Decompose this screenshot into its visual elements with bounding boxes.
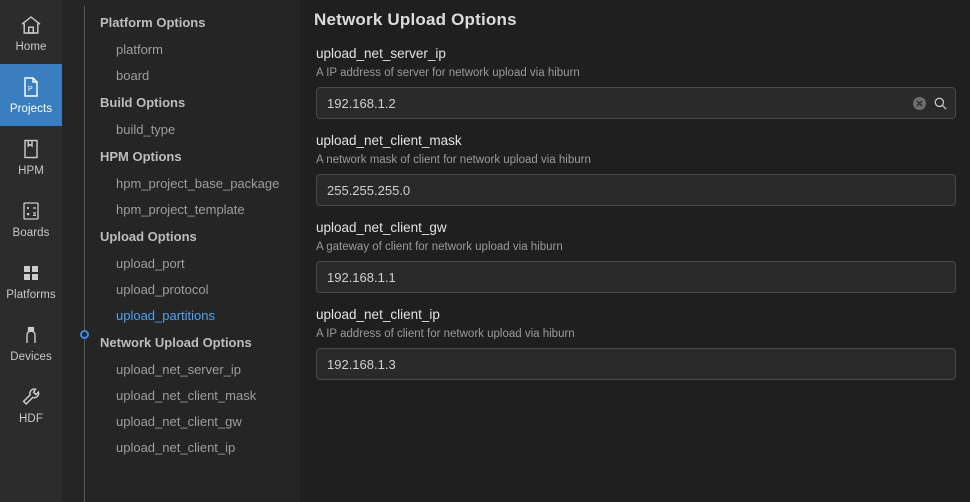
tree-item-hpm-project-base-package[interactable]: hpm_project_base_package bbox=[100, 171, 300, 197]
tree-item-platform[interactable]: platform bbox=[100, 37, 300, 63]
settings-tree-list: Platform Options platform board Build Op… bbox=[84, 9, 300, 461]
activity-item-label: Devices bbox=[10, 351, 52, 364]
tree-group-title: Platform Options bbox=[100, 15, 206, 30]
setting-input-wrapper bbox=[316, 261, 956, 293]
activity-item-platforms[interactable]: Platforms bbox=[0, 250, 62, 312]
tree-item-upload-net-server-ip[interactable]: upload_net_server_ip bbox=[100, 357, 300, 383]
tree-group-title: HPM Options bbox=[100, 149, 182, 164]
tree-item-upload-partitions[interactable]: upload_partitions bbox=[100, 303, 300, 329]
setting-label: upload_net_client_mask bbox=[316, 133, 462, 148]
tree-item-upload-port[interactable]: upload_port bbox=[100, 251, 300, 277]
activity-item-label: HPM bbox=[18, 165, 44, 178]
tree-item-board[interactable]: board bbox=[100, 63, 300, 89]
search-icon[interactable] bbox=[933, 96, 948, 111]
activity-item-label: HDF bbox=[19, 413, 43, 426]
tree-group-title: Build Options bbox=[100, 95, 186, 110]
setting-description: A gateway of client for network upload v… bbox=[316, 241, 563, 253]
grid-icon bbox=[18, 260, 44, 286]
activity-item-label: Home bbox=[15, 41, 47, 54]
tree-item-upload-protocol[interactable]: upload_protocol bbox=[100, 277, 300, 303]
activity-item-home[interactable]: Home bbox=[0, 2, 62, 64]
tree-item-upload-net-client-gw[interactable]: upload_net_client_gw bbox=[100, 409, 300, 435]
setting-label: upload_net_client_gw bbox=[316, 220, 447, 235]
upload-net-client-mask-input[interactable] bbox=[316, 174, 956, 206]
home-icon bbox=[18, 12, 44, 38]
setting-field-upload-net-client-mask: upload_net_client_mask A network mask of… bbox=[316, 133, 956, 206]
page-title: Network Upload Options bbox=[314, 10, 517, 29]
project-file-icon: P bbox=[18, 74, 44, 100]
setting-field-upload-net-server-ip: upload_net_server_ip A IP address of ser… bbox=[316, 46, 956, 119]
app-window: Home P Projects HPM Boards Platforms Dev… bbox=[0, 0, 970, 502]
setting-field-upload-net-client-ip: upload_net_client_ip A IP address of cli… bbox=[316, 307, 956, 380]
activity-item-devices[interactable]: Devices bbox=[0, 312, 62, 374]
tree-selection-marker bbox=[80, 330, 89, 339]
settings-content-pane: Network Upload Options upload_net_server… bbox=[300, 0, 970, 502]
settings-tree-panel: Platform Options platform board Build Op… bbox=[62, 0, 300, 502]
tree-item-upload-net-client-mask[interactable]: upload_net_client_mask bbox=[100, 383, 300, 409]
setting-input-wrapper bbox=[316, 348, 956, 380]
setting-label: upload_net_client_ip bbox=[316, 307, 440, 322]
usb-device-icon bbox=[18, 322, 44, 348]
activity-item-label: Platforms bbox=[6, 289, 56, 302]
tree-group-title: Network Upload Options bbox=[100, 335, 252, 350]
activity-bar: Home P Projects HPM Boards Platforms Dev… bbox=[0, 0, 62, 502]
activity-item-label: Boards bbox=[12, 227, 50, 240]
clear-icon[interactable] bbox=[913, 96, 926, 110]
activity-item-hdf[interactable]: HDF bbox=[0, 374, 62, 436]
tree-item-upload-net-client-ip[interactable]: upload_net_client_ip bbox=[100, 435, 300, 461]
tree-item-build-type[interactable]: build_type bbox=[100, 117, 300, 143]
tree-rail-divider bbox=[84, 6, 85, 502]
upload-net-server-ip-input[interactable] bbox=[316, 87, 956, 119]
activity-item-label: Projects bbox=[9, 103, 53, 116]
tree-group-title: Upload Options bbox=[100, 229, 197, 244]
upload-net-client-ip-input[interactable] bbox=[316, 348, 956, 380]
activity-item-boards[interactable]: Boards bbox=[0, 188, 62, 250]
activity-item-hpm[interactable]: HPM bbox=[0, 126, 62, 188]
setting-input-wrapper bbox=[316, 87, 956, 119]
activity-item-projects[interactable]: P Projects bbox=[0, 64, 62, 126]
calculator-icon bbox=[18, 198, 44, 224]
setting-description: A IP address of server for network uploa… bbox=[316, 67, 580, 79]
tree-item-hpm-project-template[interactable]: hpm_project_template bbox=[100, 197, 300, 223]
svg-text:P: P bbox=[28, 86, 33, 93]
book-icon bbox=[18, 136, 44, 162]
setting-field-upload-net-client-gw: upload_net_client_gw A gateway of client… bbox=[316, 220, 956, 293]
setting-description: A IP address of client for network uploa… bbox=[316, 328, 575, 340]
wrench-icon bbox=[18, 384, 44, 410]
input-action-group bbox=[913, 87, 948, 119]
upload-net-client-gw-input[interactable] bbox=[316, 261, 956, 293]
setting-input-wrapper bbox=[316, 174, 956, 206]
setting-label: upload_net_server_ip bbox=[316, 46, 446, 61]
setting-description: A network mask of client for network upl… bbox=[316, 154, 591, 166]
